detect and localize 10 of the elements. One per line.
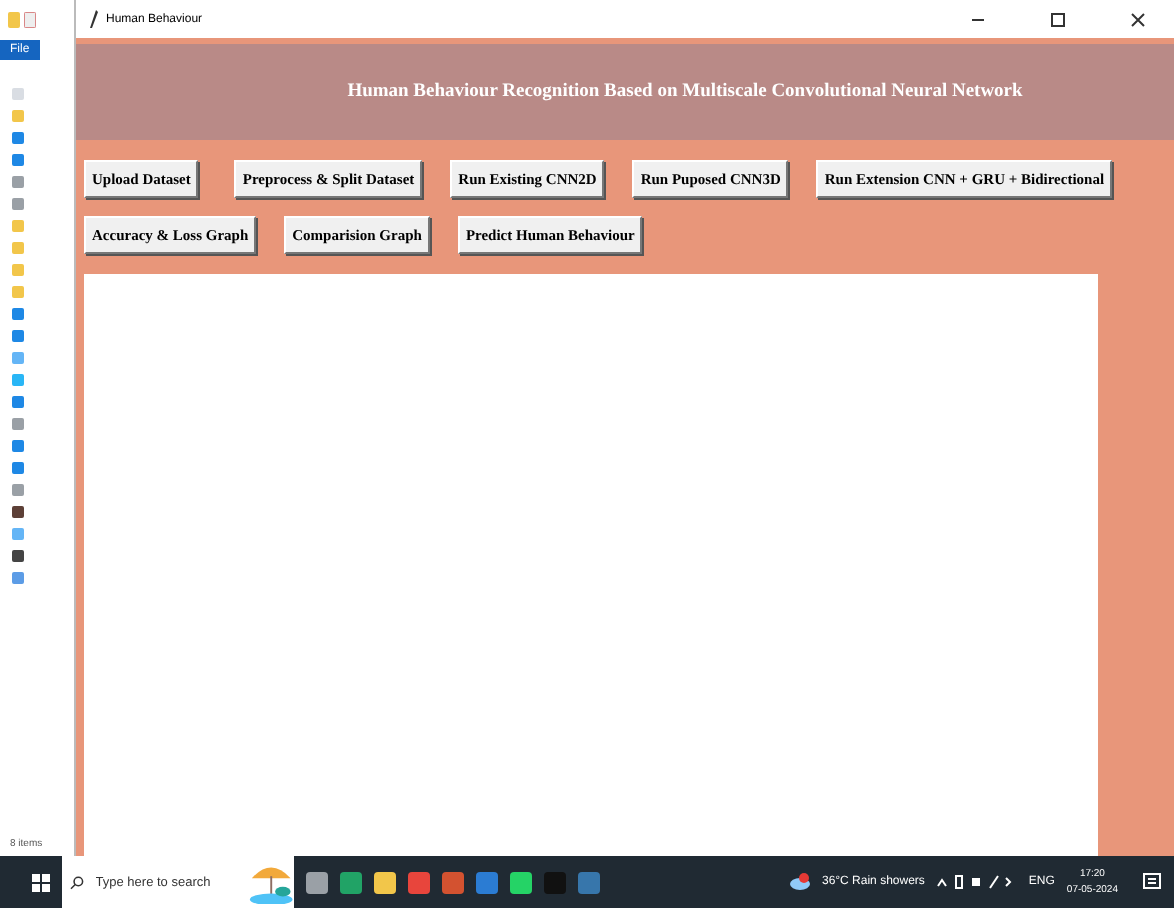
system-tray-icons-drawing[interactable] xyxy=(936,874,1017,890)
document-icon xyxy=(24,12,36,28)
maximize-button[interactable] xyxy=(1050,11,1066,27)
folder-icon xyxy=(8,12,20,28)
windows-start-icon[interactable] xyxy=(32,873,50,891)
close-button[interactable] xyxy=(1130,11,1146,27)
notification-icon[interactable] xyxy=(1142,872,1162,892)
app-heading: Human Behaviour Recognition Based on Multiscale Convolutional Neural Network xyxy=(345,82,1023,102)
search-icon xyxy=(70,875,84,889)
weather-icon xyxy=(789,871,810,893)
